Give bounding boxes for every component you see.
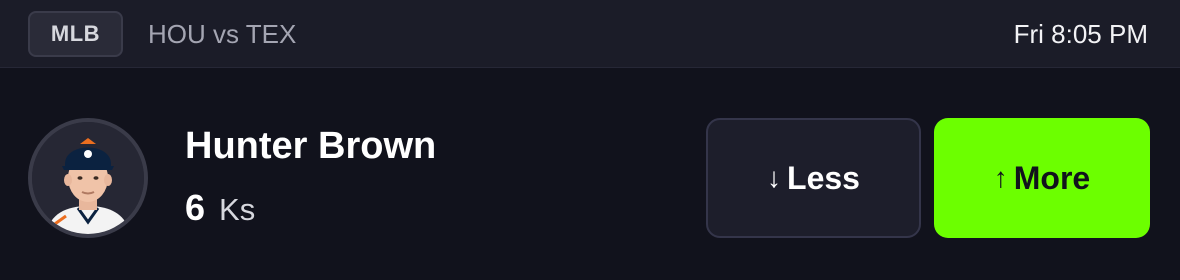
stat-unit: Ks (219, 192, 256, 227)
arrow-up-icon: ↑ (993, 162, 1008, 193)
more-label: More (1013, 159, 1091, 196)
more-button[interactable]: ↑ More (934, 118, 1150, 238)
player-headshot-icon (32, 122, 144, 234)
player-name: Hunter Brown (185, 125, 437, 167)
arrow-down-icon: ↓ (767, 162, 782, 193)
game-time: Fri 8:05 PM (1013, 19, 1148, 49)
less-button[interactable]: ↓ Less (706, 118, 921, 238)
player-avatar (28, 118, 148, 238)
matchup-label: HOU vs TEX (148, 19, 297, 49)
stat-line: 6 Ks (185, 188, 255, 230)
stat-value: 6 (185, 187, 206, 228)
less-label: Less (787, 159, 860, 196)
league-badge: MLB (28, 11, 123, 57)
game-header: MLB HOU vs TEX Fri 8:05 PM (0, 0, 1180, 68)
pick-card: MLB HOU vs TEX Fri 8:05 PM Hunter Brown … (0, 0, 1180, 280)
